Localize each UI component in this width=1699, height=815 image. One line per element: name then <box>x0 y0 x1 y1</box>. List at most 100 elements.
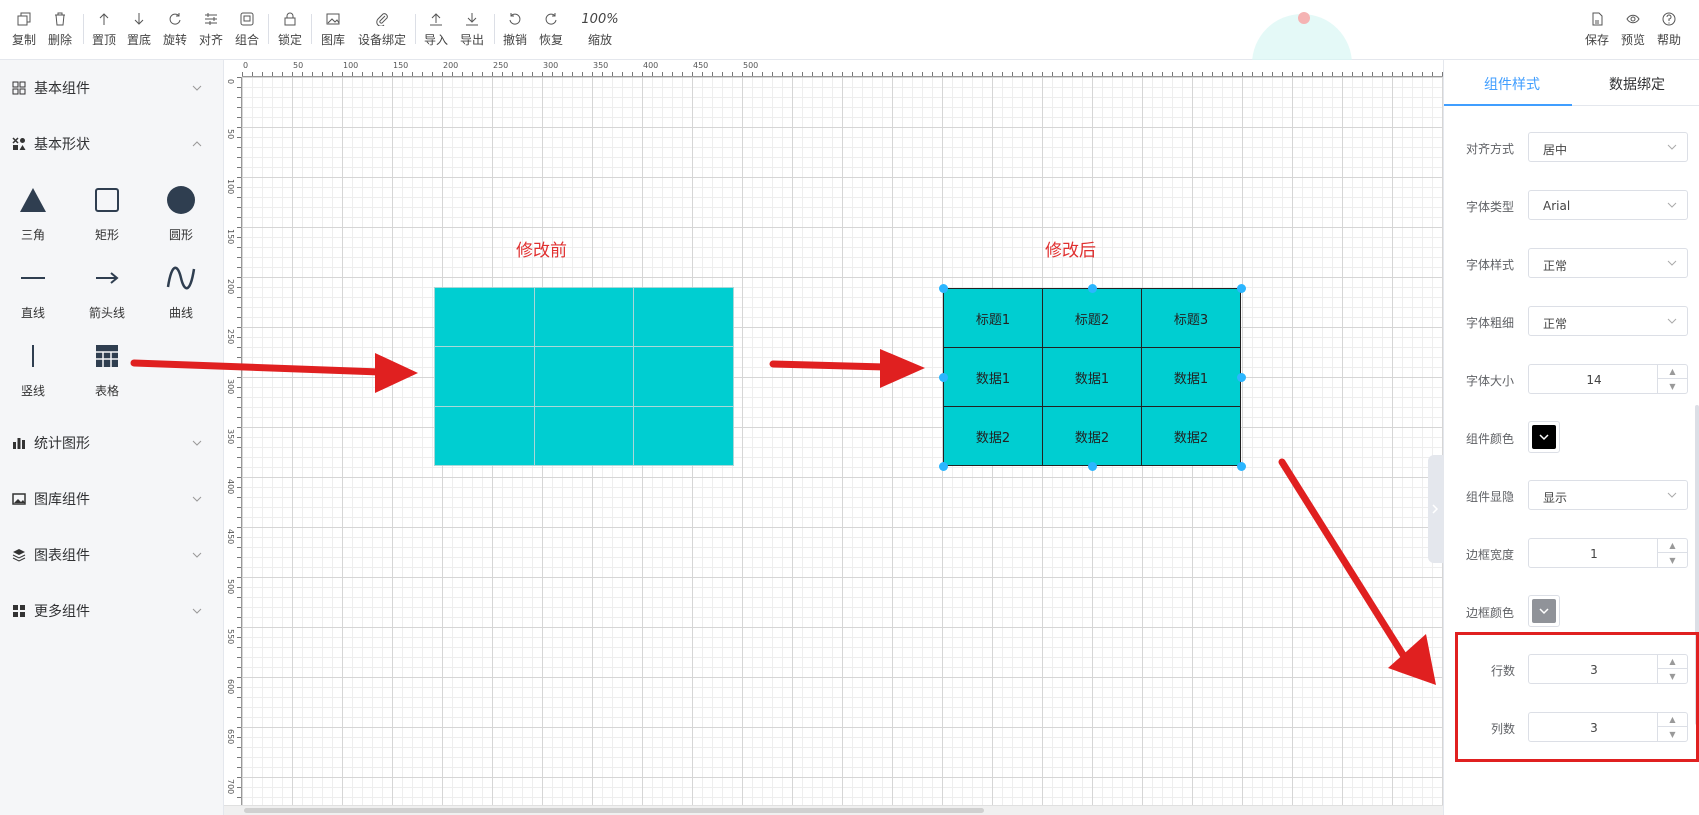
arrow-line-icon <box>96 272 119 284</box>
ruler-tick-label: 50 <box>226 129 235 140</box>
chevron-down-icon <box>1667 492 1677 498</box>
bring-to-top-button[interactable]: 置顶 <box>90 12 118 48</box>
table-cell <box>633 346 734 407</box>
resize-handle-bottom-left[interactable] <box>939 462 948 471</box>
shape-arrow-line[interactable]: 箭头线 <box>77 256 137 322</box>
component-sidebar: 基本组件 基本形状 三角 矩形 圆形 直线 箭头线 曲线 竖线 表格 统计图形 … <box>0 60 224 815</box>
shape-triangle[interactable]: 三角 <box>3 178 63 244</box>
active-tab-indicator <box>1444 104 1572 106</box>
help-button[interactable]: 帮助 <box>1655 12 1683 48</box>
resize-handle-left[interactable] <box>939 373 948 382</box>
decrement-button[interactable]: ▼ <box>1658 379 1687 393</box>
panel-collapse-handle[interactable] <box>1428 455 1443 563</box>
shape-circle[interactable]: 圆形 <box>151 178 211 244</box>
shape-rectangle[interactable]: 矩形 <box>77 178 137 244</box>
zoom-control[interactable]: 100% 缩放 <box>580 12 620 48</box>
shape-line[interactable]: 直线 <box>3 256 63 322</box>
sidebar-section-charts[interactable]: 图表组件 <box>0 535 223 575</box>
select-value: 显示 <box>1543 491 1568 505</box>
copy-button[interactable]: 复制 <box>10 12 38 48</box>
resize-handle-bottom-right[interactable] <box>1237 462 1246 471</box>
resize-handle-right[interactable] <box>1237 373 1246 382</box>
shape-curve[interactable]: 曲线 <box>151 256 211 322</box>
floating-assistant-dot <box>1298 12 1310 24</box>
export-button[interactable]: 导出 <box>458 12 486 48</box>
section-label: 更多组件 <box>34 604 90 620</box>
tab-data-binding[interactable]: 数据绑定 <box>1609 74 1665 94</box>
resize-handle-bottom[interactable] <box>1088 462 1097 471</box>
paperclip-icon <box>376 13 388 26</box>
send-to-bottom-button[interactable]: 置底 <box>125 12 153 48</box>
horizontal-scrollbar[interactable] <box>224 805 1443 815</box>
copy-icon <box>17 12 31 26</box>
toolbar: 复制 删除 置顶 置底 旋转 对齐 组合 锁定 图库 设备绑定 导入 导出 撤销… <box>0 0 1699 114</box>
device-bind-button[interactable]: 设备绑定 <box>356 12 408 48</box>
resize-handle-top[interactable] <box>1088 284 1097 293</box>
save-button[interactable]: 保存 <box>1583 12 1611 48</box>
select-value: 正常 <box>1543 259 1568 273</box>
font-weight-select[interactable]: 正常 <box>1528 306 1688 336</box>
redo-icon <box>545 13 557 25</box>
table-component-after[interactable]: 标题1 标题2 标题3 数据1 数据1 数据1 数据2 数据2 数据2 <box>943 288 1241 466</box>
table-row <box>434 405 734 467</box>
font-style-select[interactable]: 正常 <box>1528 248 1688 278</box>
delete-button[interactable]: 删除 <box>46 12 74 48</box>
ruler-tick-label: 550 <box>226 629 235 645</box>
ruler-tick-label: 150 <box>226 229 235 245</box>
scrollbar-thumb[interactable] <box>244 808 984 813</box>
image-icon <box>326 13 340 25</box>
table-component-before[interactable] <box>434 286 734 467</box>
section-label: 图库组件 <box>34 492 90 508</box>
undo-button[interactable]: 撤销 <box>501 12 529 48</box>
visibility-select[interactable]: 显示 <box>1528 480 1688 510</box>
field-label: 边框宽度 <box>1466 548 1515 562</box>
rotate-button[interactable]: 旋转 <box>161 12 189 48</box>
import-icon <box>430 13 442 26</box>
redo-button[interactable]: 恢复 <box>537 12 565 48</box>
field-label: 字体大小 <box>1466 374 1515 388</box>
shape-label: 圆形 <box>168 228 193 242</box>
shape-label: 竖线 <box>20 384 45 398</box>
border-width-stepper[interactable]: 1 ▲ ▼ <box>1528 538 1688 568</box>
resize-handle-top-right[interactable] <box>1237 284 1246 293</box>
font-size-stepper[interactable]: 14 ▲ ▼ <box>1528 364 1688 394</box>
shape-table[interactable]: 表格 <box>77 334 137 400</box>
sidebar-section-gallery[interactable]: 图库组件 <box>0 479 223 519</box>
shapes-icon <box>12 137 26 150</box>
sidebar-section-basic-components[interactable]: 基本组件 <box>0 68 223 108</box>
sidebar-section-basic-shapes[interactable]: 基本形状 <box>0 124 223 164</box>
arrow-up-icon <box>99 13 109 25</box>
chevron-down-icon <box>192 440 202 446</box>
shape-label: 矩形 <box>94 228 119 242</box>
sidebar-section-statistics[interactable]: 统计图形 <box>0 423 223 463</box>
group-label: 组合 <box>234 33 259 47</box>
decrement-button[interactable]: ▼ <box>1658 553 1687 567</box>
preview-button[interactable]: 预览 <box>1619 12 1647 48</box>
gallery-button[interactable]: 图库 <box>319 12 347 48</box>
triangle-icon <box>20 188 46 212</box>
lock-label: 锁定 <box>277 33 302 47</box>
grid-icon <box>12 81 26 95</box>
tab-component-style[interactable]: 组件样式 <box>1484 74 1540 94</box>
canvas-area[interactable]: 0 50 100 150 200 250 300 350 400 450 500… <box>224 60 1443 815</box>
align-select[interactable]: 居中 <box>1528 132 1688 162</box>
increment-button[interactable]: ▲ <box>1658 365 1687 379</box>
sidebar-section-more[interactable]: 更多组件 <box>0 591 223 631</box>
table-cell: 数据2 <box>1141 406 1241 466</box>
component-color-picker[interactable] <box>1528 421 1560 453</box>
ruler-tick-label: 50 <box>293 61 304 70</box>
font-family-select[interactable]: Arial <box>1528 190 1688 220</box>
increment-button[interactable]: ▲ <box>1658 539 1687 553</box>
canvas-grid[interactable] <box>242 77 1443 805</box>
import-button[interactable]: 导入 <box>422 12 450 48</box>
separator <box>83 14 84 44</box>
chevron-down-icon <box>192 496 202 502</box>
lock-button[interactable]: 锁定 <box>276 12 304 48</box>
border-color-picker[interactable] <box>1528 595 1560 627</box>
align-button[interactable]: 对齐 <box>197 12 225 48</box>
shape-vertical-line[interactable]: 竖线 <box>3 334 63 400</box>
shape-label: 三角 <box>20 228 45 242</box>
resize-handle-top-left[interactable] <box>939 284 948 293</box>
ruler-tick-label: 600 <box>226 679 235 695</box>
group-button[interactable]: 组合 <box>233 12 261 48</box>
